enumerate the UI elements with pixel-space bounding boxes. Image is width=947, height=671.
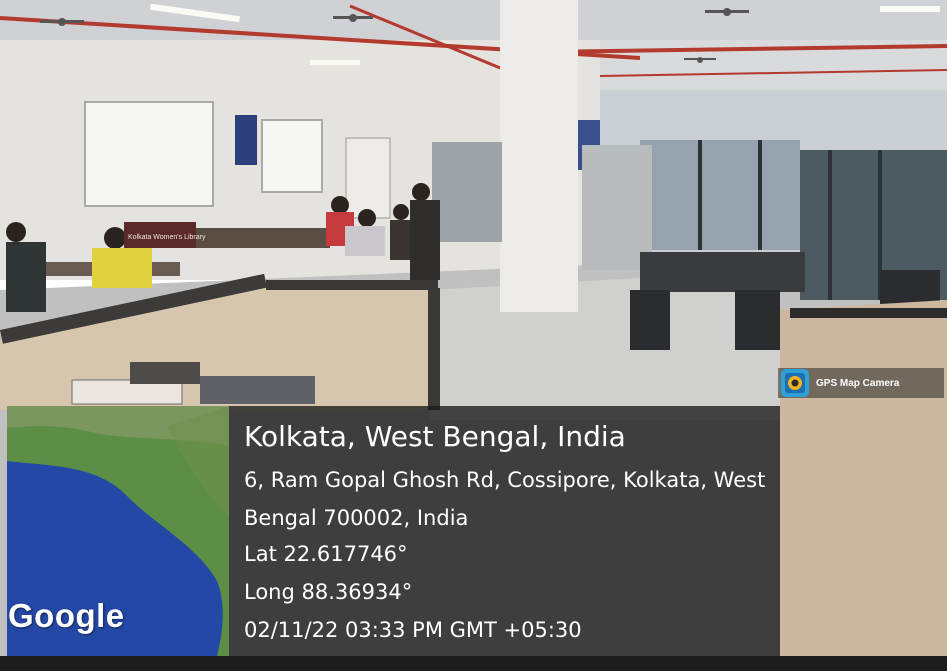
location-title: Kolkata, West Bengal, India	[244, 420, 626, 453]
latitude: Lat 22.617746°	[244, 542, 408, 566]
gps-camera-label: GPS Map Camera	[816, 377, 900, 389]
address-line-2: Bengal 700002, India	[244, 506, 469, 530]
longitude: Long 88.36934°	[244, 580, 413, 604]
library-sign-text: Kolkata Women's Library	[128, 234, 206, 241]
tube-light-icon	[880, 6, 940, 12]
photo-frame: Kolkata Women's Library GPS Map Camera G…	[0, 0, 947, 671]
notice-board-icon	[235, 115, 257, 165]
gps-camera-badge: GPS Map Camera	[778, 368, 944, 398]
google-logo: Google	[8, 597, 125, 634]
address-line-1: 6, Ram Gopal Ghosh Rd, Cossipore, Kolkat…	[244, 468, 766, 492]
camera-map-icon	[781, 369, 809, 397]
tube-light-icon	[310, 60, 360, 65]
timestamp: 02/11/22 03:33 PM GMT +05:30	[244, 618, 582, 642]
